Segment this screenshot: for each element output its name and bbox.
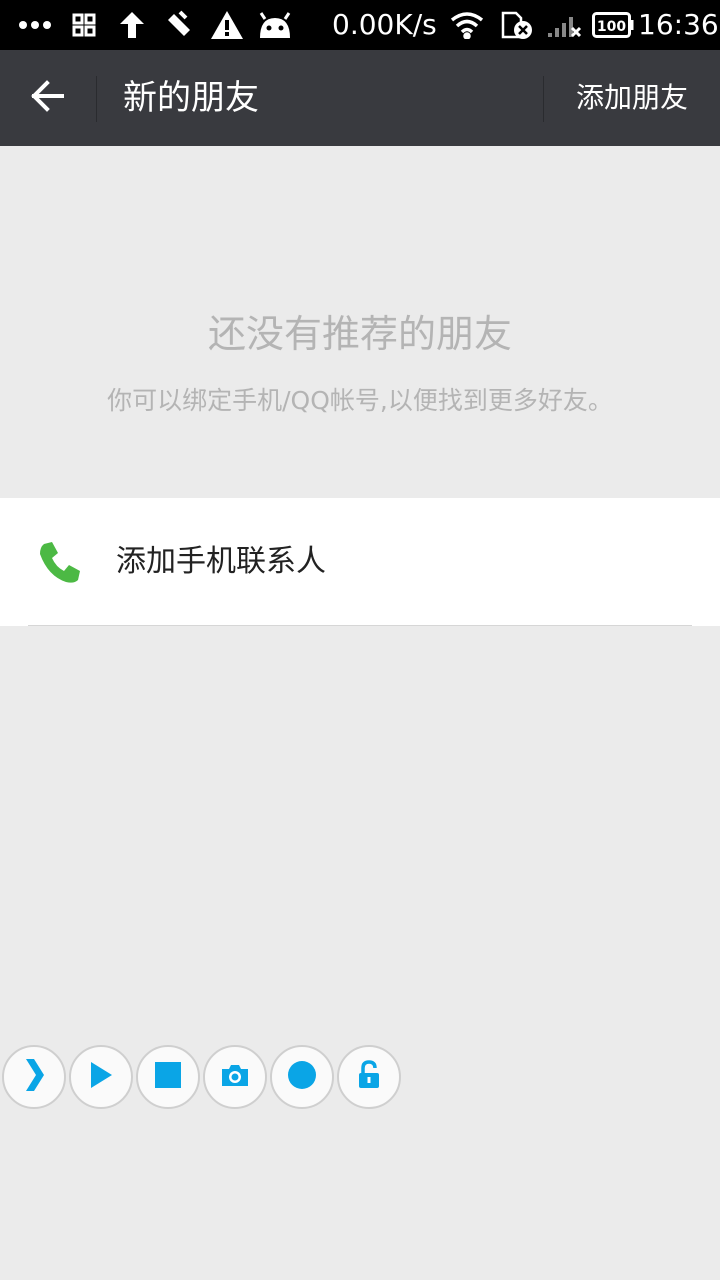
record-icon: [287, 1060, 317, 1094]
play-button[interactable]: [69, 1045, 133, 1109]
phone-icon: [38, 540, 82, 584]
add-phone-contacts-item[interactable]: 添加手机联系人: [0, 498, 720, 626]
more-dots-icon: [18, 0, 52, 50]
unlock-icon: [357, 1060, 381, 1094]
stop-icon: [154, 1061, 182, 1093]
camera-button[interactable]: [203, 1045, 267, 1109]
camera-icon: [220, 1062, 250, 1092]
expand-chevron-icon: [22, 1057, 46, 1097]
page-title: 新的朋友: [123, 78, 259, 118]
android-icon: [256, 0, 294, 50]
sim-error-icon: [500, 0, 534, 50]
clock-text: 16:36: [638, 8, 719, 41]
back-button[interactable]: [0, 50, 96, 146]
warning-icon: [210, 0, 244, 50]
wifi-icon: [450, 0, 484, 50]
title-bar: 新的朋友 添加朋友: [0, 50, 720, 146]
back-arrow-icon: [30, 80, 66, 116]
empty-state-subtitle: 你可以绑定手机/QQ帐号,以便找到更多好友。: [107, 386, 613, 415]
row-divider: [28, 625, 692, 626]
qr-grid-icon: [72, 0, 96, 50]
battery-icon: 100: [592, 0, 634, 50]
record-button[interactable]: [270, 1045, 334, 1109]
battery-level-text: 100: [597, 19, 626, 35]
empty-state-title: 还没有推荐的朋友: [207, 312, 512, 356]
stop-button[interactable]: [136, 1045, 200, 1109]
net-speed-text: 0.00K/s: [332, 8, 437, 41]
play-icon: [88, 1060, 114, 1094]
signal-tool-icon: [164, 0, 194, 50]
add-phone-contacts-label: 添加手机联系人: [116, 544, 326, 579]
title-divider: [96, 76, 97, 122]
add-friend-button[interactable]: 添加朋友: [544, 50, 720, 146]
upload-arrow-icon: [118, 0, 146, 50]
unlock-button[interactable]: [337, 1045, 401, 1109]
expand-toolbar-button[interactable]: [2, 1045, 66, 1109]
cell-signal-icon: [546, 0, 582, 50]
status-bar: 0.00K/s 100 16:36: [0, 0, 720, 50]
